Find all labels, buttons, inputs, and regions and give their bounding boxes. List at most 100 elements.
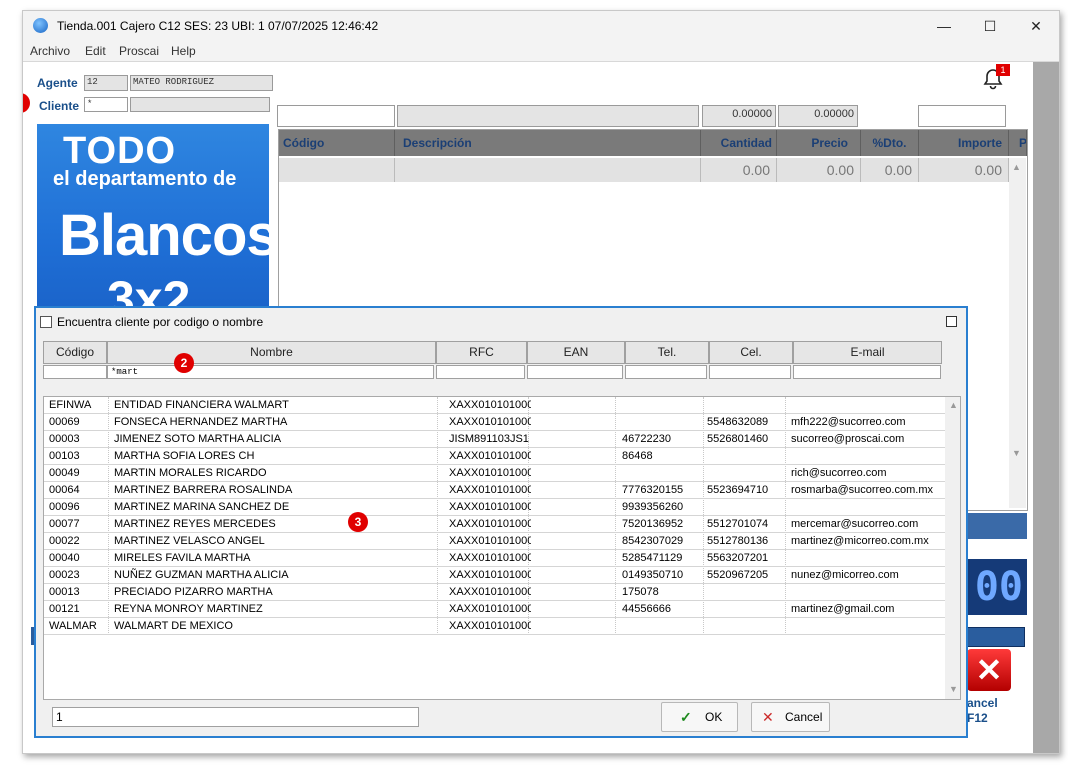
- col-cantidad: Cantidad: [701, 130, 777, 156]
- window-edge: [1033, 62, 1059, 753]
- minimize-button[interactable]: —: [921, 11, 967, 41]
- col-email[interactable]: E-mail: [793, 341, 942, 364]
- dialog-maximize-button[interactable]: [946, 316, 957, 327]
- cell-email: mercemar@sucorreo.com: [791, 518, 919, 530]
- cell-tel: 44556666: [622, 603, 671, 615]
- title-bar[interactable]: Tienda.001 Cajero C12 SES: 23 UBI: 1 07/…: [23, 11, 1059, 41]
- close-button[interactable]: ✕: [1013, 11, 1059, 41]
- col-p: P: [1009, 130, 1027, 156]
- maximize-button[interactable]: ☐: [967, 11, 1013, 41]
- cell-rfc: XAXX010101000: [449, 416, 531, 428]
- cell-email: rosmarba@sucorreo.com.mx: [791, 484, 933, 496]
- table-row[interactable]: 00049 MARTIN MORALES RICARDO XAXX010101000…: [44, 465, 945, 482]
- table-row[interactable]: 00023 NUÑEZ GUZMAN MARTHA ALICIA XAXX01010…: [44, 567, 945, 584]
- table-row[interactable]: EFINWA ENTIDAD FINANCIERA WALMART XAXX0101…: [44, 397, 945, 414]
- codigo-input[interactable]: [277, 105, 395, 127]
- table-row[interactable]: 00064 MARTINEZ BARRERA ROSALINDA XAXX01010…: [44, 482, 945, 499]
- cell-tel: 5285471129: [622, 552, 683, 564]
- table-row[interactable]: 00096 MARTINEZ MARINA SANCHEZ DE XAXX01010…: [44, 499, 945, 516]
- dialog-checkbox[interactable]: [40, 316, 52, 328]
- x-icon: ✕: [975, 652, 1003, 688]
- cell-codigo: 00064: [49, 484, 80, 496]
- table-row[interactable]: 00103 MARTHA SOFIA LORES CH XAXX010101000 8…: [44, 448, 945, 465]
- results-list[interactable]: EFINWA ENTIDAD FINANCIERA WALMART XAXX0101…: [43, 396, 961, 700]
- banner-line-blancos: Blancos: [59, 203, 269, 268]
- cell-tel: 46722230: [622, 433, 671, 445]
- cell-rfc: XAXX010101000: [449, 518, 531, 530]
- col-cel[interactable]: Cel.: [709, 341, 793, 364]
- cell-cel: 5512701074: [707, 518, 769, 530]
- table-row[interactable]: 00121 REYNA MONROY MARTINEZ XAXX010101000 4…: [44, 601, 945, 618]
- col-ean[interactable]: EAN: [527, 341, 625, 364]
- cell-rfc: XAXX010101000: [449, 501, 531, 513]
- info-bar: [967, 627, 1025, 647]
- table-row[interactable]: 00013 PRECIADO PIZARRO MARTHA XAXX01010100…: [44, 584, 945, 601]
- cantidad-input[interactable]: 0.00000: [702, 105, 776, 127]
- table-row[interactable]: 00003 JIMENEZ SOTO MARTHA ALICIA JISM89110…: [44, 431, 945, 448]
- cancel-sale-button[interactable]: ✕: [967, 649, 1011, 691]
- menu-bar: Archivo Edit Proscai Help: [23, 41, 1059, 62]
- annotation-badge-1: 1: [23, 93, 30, 113]
- row-importe-cell: 0.00: [919, 158, 1009, 182]
- col-tel[interactable]: Tel.: [625, 341, 709, 364]
- ok-button[interactable]: ✓ OK: [661, 702, 738, 732]
- grid-scrollbar[interactable]: ▲ ▼: [1009, 158, 1026, 508]
- cell-email: mfh222@sucorreo.com: [791, 416, 906, 428]
- scroll-up-icon[interactable]: ▲: [949, 400, 958, 410]
- col-precio: Precio: [777, 130, 861, 156]
- cell-tel: 7520136952: [622, 518, 684, 530]
- filter-rfc-input[interactable]: [436, 365, 525, 379]
- cell-codigo: WALMAR: [49, 620, 97, 632]
- menu-edit[interactable]: Edit: [85, 44, 106, 58]
- cell-nombre: REYNA MONROY MARTINEZ: [114, 603, 263, 615]
- annotation-badge-2: 2: [174, 353, 194, 373]
- table-row[interactable]: 00022 MARTINEZ VELASCO ANGEL XAXX010101000…: [44, 533, 945, 550]
- cell-codigo: 00022: [49, 535, 80, 547]
- filter-ean-input[interactable]: [527, 365, 623, 379]
- menu-help[interactable]: Help: [171, 44, 196, 58]
- results-scrollbar[interactable]: ▲ ▼: [945, 397, 960, 699]
- cell-rfc: XAXX010101000: [449, 552, 531, 564]
- count-field[interactable]: 1: [52, 707, 419, 727]
- cell-nombre: WALMART DE MEXICO: [114, 620, 233, 632]
- cell-nombre: FONSECA HERNANDEZ MARTHA: [114, 416, 288, 428]
- table-row[interactable]: 00077 MARTINEZ REYES MERCEDES XAXX01010100…: [44, 516, 945, 533]
- table-row[interactable]: 00069 FONSECA HERNANDEZ MARTHA XAXX0101010…: [44, 414, 945, 431]
- cancel-sale-key: F12: [967, 711, 988, 725]
- cell-email: nunez@micorreo.com: [791, 569, 899, 581]
- filter-codigo-input[interactable]: [43, 365, 107, 379]
- filter-nombre-input[interactable]: *mart: [107, 365, 434, 379]
- cell-rfc: JISM891103JS1: [449, 433, 529, 445]
- filter-email-input[interactable]: [793, 365, 941, 379]
- scroll-down-icon[interactable]: ▼: [1012, 448, 1021, 458]
- agente-label: Agente: [37, 76, 78, 90]
- col-rfc[interactable]: RFC: [436, 341, 527, 364]
- scroll-down-icon[interactable]: ▼: [949, 684, 958, 694]
- cancel-button[interactable]: ✕ Cancel: [751, 702, 830, 732]
- scroll-up-icon[interactable]: ▲: [1012, 162, 1021, 172]
- precio-input[interactable]: 0.00000: [778, 105, 858, 127]
- agente-name-field: MATEO RODRIGUEZ: [130, 75, 273, 91]
- table-row[interactable]: 00040 MIRELES FAVILA MARTHA XAXX010101000 5…: [44, 550, 945, 567]
- cliente-code-field[interactable]: *: [84, 97, 128, 112]
- col-nombre[interactable]: Nombre: [107, 341, 436, 364]
- cell-codigo: 00003: [49, 433, 80, 445]
- row-descripcion-cell: [395, 158, 701, 182]
- descripcion-input: [397, 105, 699, 127]
- menu-proscai[interactable]: Proscai: [119, 44, 159, 58]
- agente-code-field[interactable]: 12: [84, 75, 128, 91]
- banner-line-todo: TODO: [63, 130, 177, 172]
- notification-button[interactable]: 1: [981, 64, 1010, 91]
- cell-nombre: NUÑEZ GUZMAN MARTHA ALICIA: [114, 569, 289, 581]
- cancel-label: Cancel: [785, 710, 823, 724]
- filter-cel-input[interactable]: [709, 365, 791, 379]
- client-search-dialog: Encuentra cliente por codigo o nombre Có…: [34, 306, 968, 738]
- cell-rfc: XAXX010101000: [449, 620, 531, 632]
- filter-tel-input[interactable]: [625, 365, 707, 379]
- cell-rfc: XAXX010101000: [449, 586, 531, 598]
- importe-input[interactable]: [918, 105, 1006, 127]
- table-row[interactable]: WALMAR WALMART DE MEXICO XAXX010101000: [44, 618, 945, 635]
- col-codigo[interactable]: Código: [43, 341, 107, 364]
- menu-archivo[interactable]: Archivo: [30, 44, 70, 58]
- col-descripcion: Descripción: [395, 130, 701, 156]
